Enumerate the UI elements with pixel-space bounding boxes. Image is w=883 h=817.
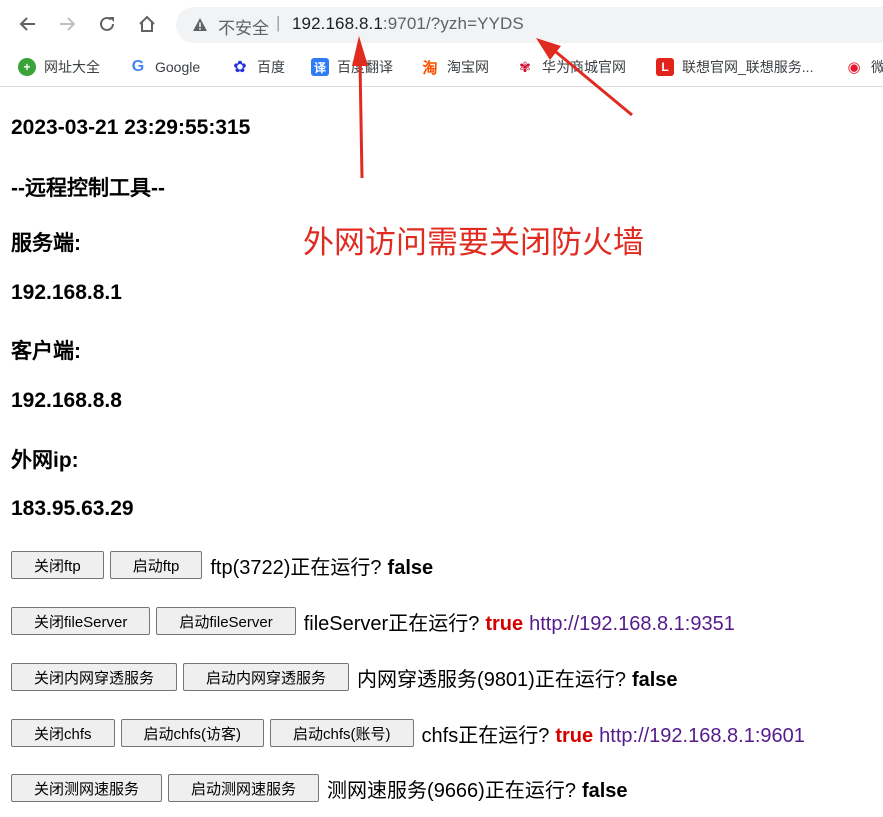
ftp-status: ftp(3722)正在运行? false (210, 551, 433, 580)
wan-ip: 183.95.63.29 (11, 497, 134, 520)
start-fileserver-button[interactable]: 启动fileServer (156, 607, 296, 635)
server-ip: 192.168.8.1 (11, 281, 122, 304)
start-chfs-account-button[interactable]: 启动chfs(账号) (270, 719, 414, 747)
hao123-icon: + (18, 58, 36, 76)
service-row-speedtest: 关闭测网速服务 启动测网速服务 测网速服务(9666)正在运行? false (11, 773, 628, 803)
status-text: ftp(3722)正在运行? (210, 556, 382, 579)
huawei-icon: ✾ (519, 58, 531, 75)
lenovo-icon: L (656, 58, 674, 76)
bookmark-label: 华为商城官网 (542, 59, 626, 75)
start-speedtest-button[interactable]: 启动测网速服务 (168, 774, 320, 802)
bookmark-item[interactable]: ✿ 百度 (231, 56, 285, 78)
bookmark-label: 网址大全 (44, 59, 100, 75)
speedtest-status: 测网速服务(9666)正在运行? false (327, 774, 628, 803)
bookmark-label: 淘宝网 (447, 59, 489, 75)
bookmark-item[interactable]: 译 百度翻译 (311, 56, 393, 78)
stop-tunnel-button[interactable]: 关闭内网穿透服务 (11, 663, 178, 691)
status-value: false (387, 556, 434, 579)
bookmarks-bar: + 网址大全 G Google ✿ 百度 译 百度翻译 淘 淘宝网 ✾ 华为商城… (0, 50, 883, 87)
stop-speedtest-button[interactable]: 关闭测网速服务 (11, 774, 163, 802)
stop-ftp-button[interactable]: 关闭ftp (11, 551, 104, 579)
address-bar[interactable]: 不安全 | 192.168.8.1:9701/?yzh=YYDS (176, 7, 883, 43)
browser-toolbar: 不安全 | 192.168.8.1:9701/?yzh=YYDS (0, 0, 883, 50)
taobao-icon: 淘 (422, 59, 438, 77)
insecure-label: 不安全 (218, 19, 269, 38)
firewall-annotation: 外网访问需要关闭防火墙 (303, 225, 644, 260)
stop-fileserver-button[interactable]: 关闭fileServer (11, 607, 151, 635)
google-icon: G (131, 58, 145, 75)
server-label: 服务端: (11, 232, 81, 255)
bookmark-label: 微 (871, 59, 883, 75)
fileserver-status: fileServer正在运行? true http://192.168.8.1:93… (304, 607, 735, 636)
service-row-ftp: 关闭ftp 启动ftp ftp(3722)正在运行? false (11, 550, 433, 580)
bookmark-item[interactable]: 淘 淘宝网 (421, 56, 489, 78)
chfs-link[interactable]: http://192.168.8.1:9601 (599, 725, 805, 747)
bookmark-label: 百度 (257, 59, 285, 75)
url-text[interactable]: 192.168.8.1:9701/?yzh=YYDS (292, 14, 524, 34)
bookmark-label: 联想官网_联想服务... (682, 59, 814, 75)
client-label: 客户端: (11, 340, 81, 363)
status-text: 内网穿透服务(9801)正在运行? (357, 668, 626, 691)
status-value: false (631, 668, 678, 691)
bookmark-item[interactable]: L 联想官网_联想服务... (656, 56, 813, 78)
status-text: 测网速服务(9666)正在运行? (327, 779, 576, 802)
back-icon[interactable] (14, 10, 42, 38)
tunnel-status: 内网穿透服务(9801)正在运行? false (357, 663, 678, 692)
bookmark-label: Google (155, 59, 201, 75)
fileserver-link[interactable]: http://192.168.8.1:9351 (529, 613, 735, 635)
status-value: true (485, 612, 524, 635)
bookmark-label: 百度翻译 (337, 59, 393, 75)
status-value: false (581, 779, 628, 802)
weibo-icon: ◉ (847, 59, 861, 76)
start-chfs-guest-button[interactable]: 启动chfs(访客) (120, 719, 265, 747)
chfs-status: chfs正在运行? true http://192.168.8.1:9601 (422, 719, 805, 748)
status-value: true (555, 724, 594, 747)
url-separator: | (276, 13, 281, 32)
service-row-chfs: 关闭chfs 启动chfs(访客) 启动chfs(账号) chfs正在运行? tr… (11, 718, 805, 748)
bookmark-item[interactable]: + 网址大全 (18, 56, 100, 78)
service-row-tunnel: 关闭内网穿透服务 启动内网穿透服务 内网穿透服务(9801)正在运行? false (11, 662, 678, 692)
url-host: 192.168.8.1 (292, 14, 383, 33)
tool-title: --远程控制工具-- (11, 177, 165, 200)
bookmark-item[interactable]: G Google (129, 56, 200, 78)
bookmark-item[interactable]: ✾ 华为商城官网 (516, 56, 626, 78)
service-row-fileserver: 关闭fileServer 启动fileServer fileServer正在运行… (11, 606, 735, 636)
start-ftp-button[interactable]: 启动ftp (109, 551, 203, 579)
status-text: fileServer正在运行? (303, 612, 480, 635)
start-tunnel-button[interactable]: 启动内网穿透服务 (183, 663, 350, 691)
baidu-paw-icon: ✿ (233, 59, 247, 76)
reload-icon[interactable] (93, 10, 121, 38)
datetime-heading: 2023-03-21 23:29:55:315 (11, 116, 251, 139)
wan-ip-label: 外网ip: (11, 449, 79, 472)
forward-icon[interactable] (53, 10, 81, 38)
bookmark-item[interactable]: ◉ 微 (845, 56, 883, 78)
client-ip: 192.168.8.8 (11, 389, 122, 412)
warning-icon (192, 17, 208, 38)
home-icon[interactable] (133, 10, 161, 38)
url-path: :9701/?yzh=YYDS (382, 14, 524, 33)
baidu-translate-icon: 译 (311, 58, 329, 76)
status-text: chfs正在运行? (421, 724, 550, 747)
stop-chfs-button[interactable]: 关闭chfs (11, 719, 115, 747)
